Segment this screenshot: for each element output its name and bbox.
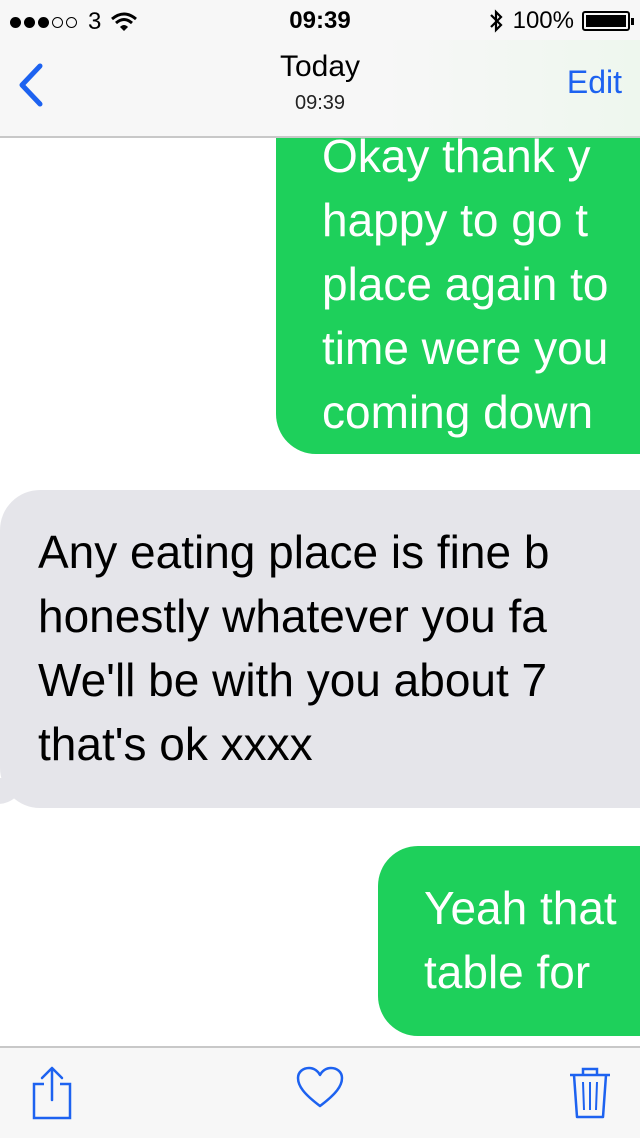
message-line: honestly whatever you fa bbox=[38, 590, 547, 642]
bluetooth-icon bbox=[489, 9, 503, 33]
page-subtitle: 09:39 bbox=[294, 92, 346, 114]
navigation-bar: Today 09:39 Edit bbox=[0, 40, 640, 138]
received-message-bubble[interactable]: Any eating place is fine b honestly what… bbox=[0, 490, 640, 808]
message-list[interactable]: Okay thank y happy to go t place again t… bbox=[0, 138, 640, 1046]
sent-message-bubble[interactable]: Okay thank y happy to go t place again t… bbox=[276, 138, 640, 454]
message-line: Okay thank y bbox=[322, 138, 591, 182]
message-line: happy to go t bbox=[322, 194, 588, 246]
battery-group: 100% bbox=[489, 7, 634, 35]
battery-icon bbox=[582, 11, 634, 31]
status-bar: 3 09:39 100% bbox=[0, 0, 640, 40]
message-line: table for bbox=[424, 946, 591, 998]
edit-button[interactable]: Edit bbox=[567, 64, 622, 101]
heart-icon[interactable] bbox=[296, 1066, 344, 1110]
message-line: time were you bbox=[322, 322, 609, 374]
message-line: that's ok xxxx bbox=[38, 718, 313, 770]
message-line: Any eating place is fine b bbox=[38, 526, 550, 578]
message-line: place again to bbox=[322, 258, 609, 310]
bottom-toolbar bbox=[0, 1046, 640, 1138]
page-title: Today bbox=[279, 50, 361, 83]
message-line: Yeah that bbox=[424, 882, 617, 934]
battery-percent: 100% bbox=[512, 7, 574, 34]
message-line: coming down bbox=[322, 386, 594, 438]
share-icon[interactable] bbox=[30, 1066, 74, 1120]
trash-icon[interactable] bbox=[568, 1066, 612, 1120]
sent-message-bubble[interactable]: Yeah that table for bbox=[378, 846, 640, 1036]
message-line: We'll be with you about 7 bbox=[38, 654, 548, 706]
